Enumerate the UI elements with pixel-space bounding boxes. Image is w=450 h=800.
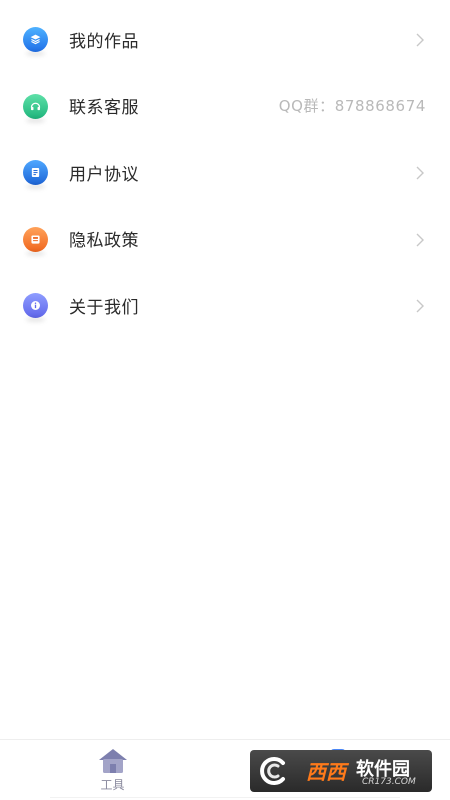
qq-group-number: QQ群：878868674 bbox=[278, 97, 426, 116]
watermark-brand: 西西 bbox=[306, 760, 346, 784]
menu-item-label: 用户协议 bbox=[69, 164, 139, 185]
menu-item-label: 我的作品 bbox=[69, 31, 139, 52]
menu-item-user-agreement[interactable]: 用户协议 bbox=[0, 139, 450, 206]
watermark-site: CR173.COM bbox=[362, 777, 416, 787]
document-icon bbox=[23, 160, 48, 185]
home-indicator-line bbox=[50, 797, 400, 798]
menu-item-contact-support[interactable]: 联系客服 QQ群：878868674 bbox=[0, 73, 450, 140]
settings-menu: 我的作品 联系客服 QQ群：878868674 用户协议 隐私政策 关于我们 bbox=[0, 6, 450, 339]
info-icon bbox=[23, 293, 48, 318]
watermark-logo: 西西 软件园 CR173.COM bbox=[250, 750, 432, 792]
menu-item-about-us[interactable]: 关于我们 bbox=[0, 272, 450, 339]
chevron-right-icon bbox=[415, 232, 425, 247]
logo-ring-icon bbox=[256, 754, 290, 788]
chevron-right-icon bbox=[415, 32, 425, 47]
menu-item-privacy-policy[interactable]: 隐私政策 bbox=[0, 206, 450, 273]
menu-item-label: 隐私政策 bbox=[69, 231, 139, 252]
menu-item-my-works[interactable]: 我的作品 bbox=[0, 6, 450, 73]
tab-tools[interactable]: 工具 bbox=[0, 740, 225, 800]
layers-icon bbox=[23, 27, 48, 52]
house-icon bbox=[97, 747, 129, 775]
headset-icon bbox=[23, 93, 48, 119]
menu-item-label: 关于我们 bbox=[69, 297, 139, 318]
chevron-right-icon bbox=[415, 165, 425, 180]
tab-label: 工具 bbox=[100, 778, 125, 792]
chevron-right-icon bbox=[415, 298, 425, 313]
menu-item-label: 联系客服 bbox=[69, 98, 139, 119]
folder-icon bbox=[23, 226, 48, 252]
